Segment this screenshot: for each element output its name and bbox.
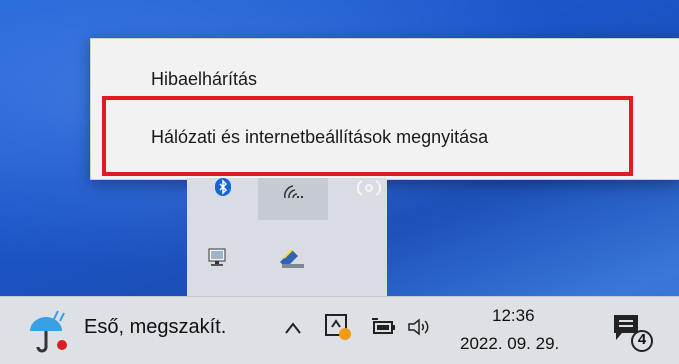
wifi-icon[interactable] xyxy=(281,180,307,200)
app-tray-icon[interactable] xyxy=(324,313,354,343)
taskbar: Eső, megszakít. 12:36 2022. 09. 29. 4 xyxy=(0,296,679,364)
action-center-icon[interactable]: 4 xyxy=(612,313,660,353)
clock-time[interactable]: 12:36 xyxy=(492,306,535,326)
speaker-icon[interactable] xyxy=(406,317,434,337)
battery-icon[interactable] xyxy=(370,317,398,337)
notification-count-badge: 4 xyxy=(637,331,647,348)
clock-date[interactable]: 2022. 09. 29. xyxy=(460,334,559,354)
menu-item-troubleshoot[interactable]: Hibaelhárítás xyxy=(151,69,257,90)
scanner-icon[interactable] xyxy=(276,246,308,272)
bluetooth-icon[interactable] xyxy=(213,178,233,198)
menu-item-open-network-settings[interactable]: Hálózati és internetbeállítások megnyitá… xyxy=(151,127,488,148)
network-computer-icon[interactable] xyxy=(206,248,230,270)
rain-umbrella-icon[interactable] xyxy=(24,305,74,355)
context-menu: Hibaelhárítás Hálózati és internetbeállí… xyxy=(90,38,679,180)
chevron-up-icon[interactable] xyxy=(283,319,303,339)
sync-icon[interactable] xyxy=(356,178,382,198)
weather-text[interactable]: Eső, megszakít. xyxy=(84,316,226,339)
